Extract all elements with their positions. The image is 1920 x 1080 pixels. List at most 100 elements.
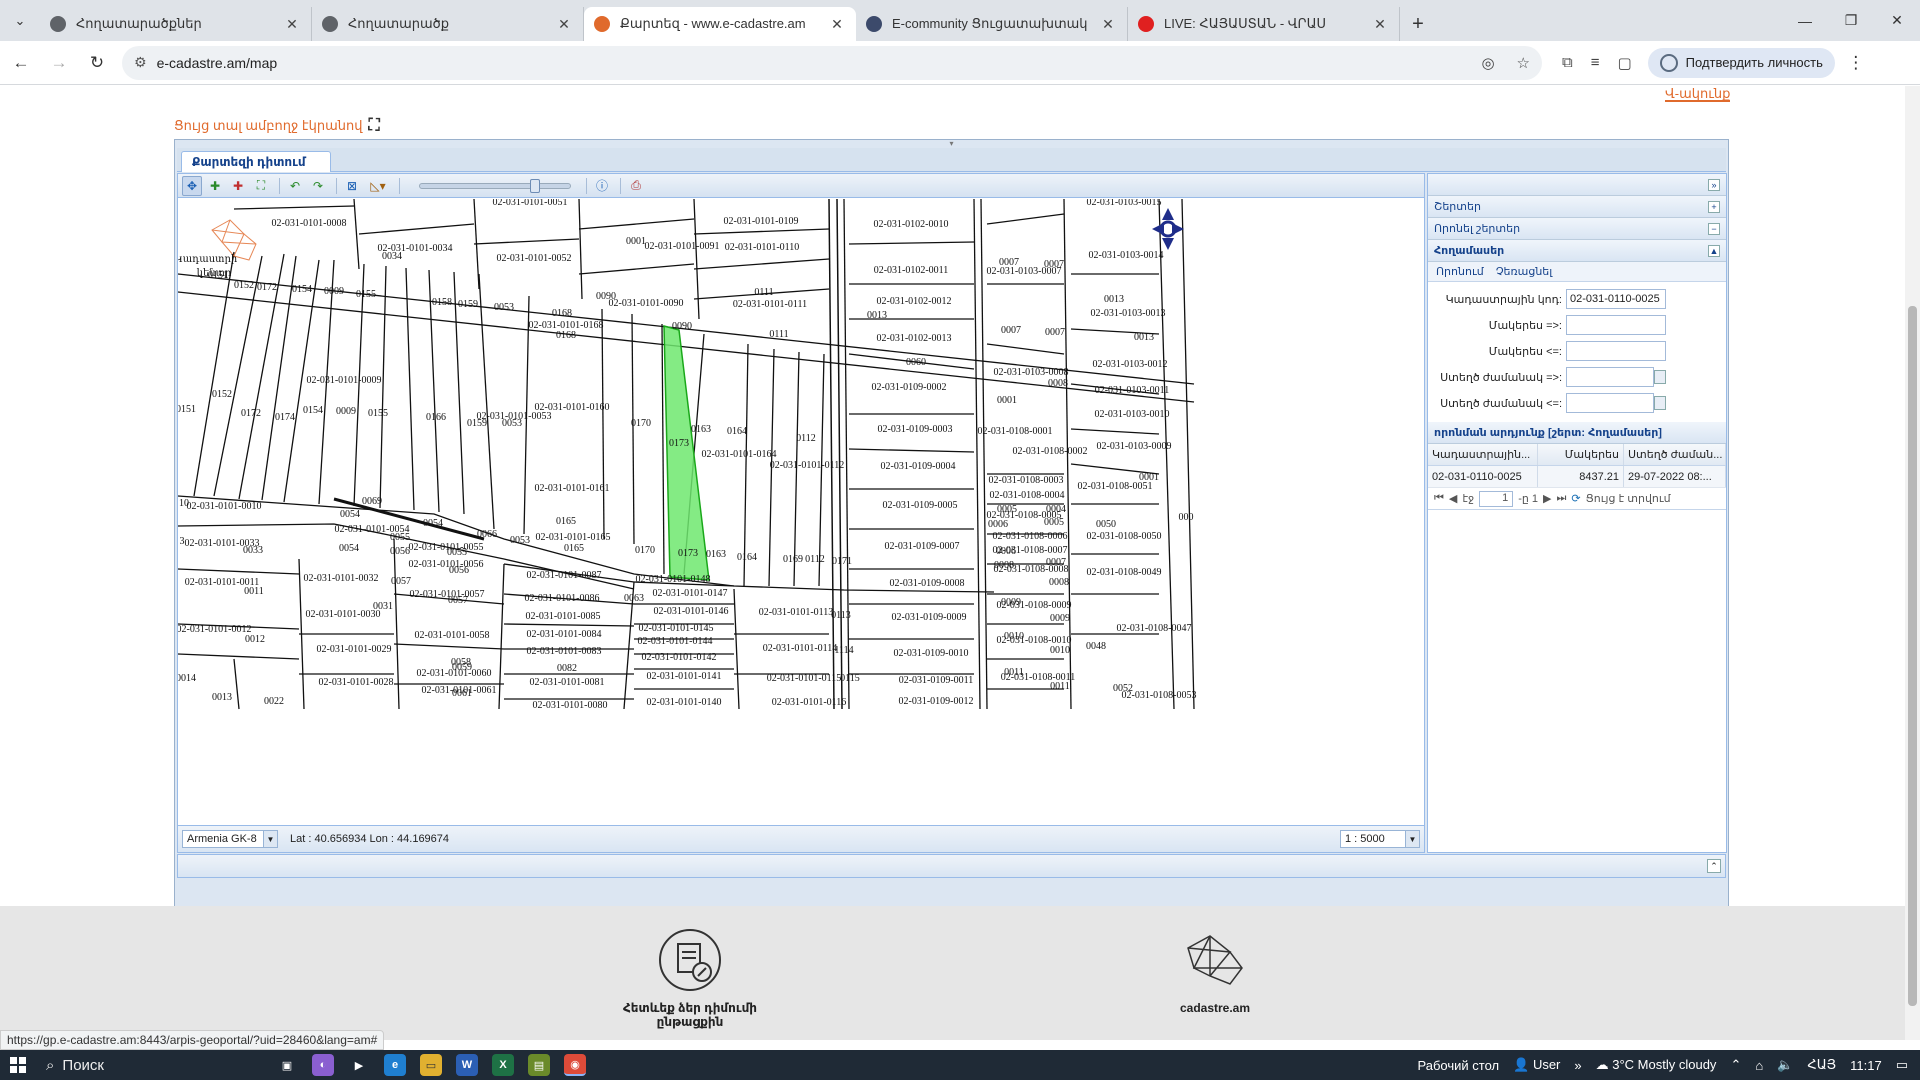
back-button[interactable]: ← xyxy=(4,46,38,80)
zoom-slider-knob[interactable] xyxy=(530,178,540,193)
undo-icon[interactable]: ↶ xyxy=(285,176,305,196)
column-header[interactable]: Մակերես xyxy=(1538,444,1624,465)
language-indicator[interactable]: ՀԱՅ xyxy=(1807,1057,1836,1073)
forward-button[interactable]: → xyxy=(42,46,76,80)
excel-icon[interactable]: X xyxy=(492,1054,514,1076)
toggle-icon[interactable]: + xyxy=(1708,200,1720,213)
word-icon[interactable]: W xyxy=(456,1054,478,1076)
close-window-button[interactable]: ✕ xyxy=(1874,0,1920,41)
tab-list-button[interactable]: ⌄ xyxy=(0,0,40,41)
restore-button[interactable]: ❐ xyxy=(1828,0,1874,41)
new-tab-button[interactable]: + xyxy=(1400,7,1436,41)
calendar-icon[interactable] xyxy=(1654,370,1666,384)
field-input[interactable] xyxy=(1566,393,1654,413)
browser-tab[interactable]: Հողատարածքներ ✕ xyxy=(40,7,312,41)
network-icon[interactable]: ⌂ xyxy=(1755,1058,1763,1073)
projection-select[interactable]: Armenia GK-8 ▼ xyxy=(182,830,278,848)
media-icon[interactable]: ≡ xyxy=(1591,54,1600,72)
scale-select[interactable]: 1 : 5000 ▼ xyxy=(1340,830,1420,848)
info-icon[interactable]: ⓘ xyxy=(592,176,612,196)
field-input[interactable] xyxy=(1566,367,1654,387)
prev-page-icon[interactable]: ◀ xyxy=(1449,492,1457,505)
minimize-button[interactable]: — xyxy=(1782,0,1828,41)
close-tab-icon[interactable]: ✕ xyxy=(555,16,573,33)
copilot-icon[interactable]: ◐ xyxy=(312,1054,334,1076)
site-info-icon[interactable]: ⚙ xyxy=(134,54,147,71)
collapse-splitter[interactable]: ▾ xyxy=(175,140,1728,148)
desktop-toolbar-label[interactable]: Рабочий стол xyxy=(1418,1058,1500,1073)
eye-off-icon[interactable]: ◎ xyxy=(1481,54,1494,72)
chevron-right-icon[interactable]: » xyxy=(1574,1058,1581,1073)
file-explorer-icon[interactable]: ▭ xyxy=(420,1054,442,1076)
user-toolbar[interactable]: 👤 User xyxy=(1513,1057,1560,1073)
media-app-icon[interactable]: ▶ xyxy=(348,1054,370,1076)
volume-icon[interactable]: 🔈 xyxy=(1777,1057,1793,1073)
verify-identity-button[interactable]: Подтвердить личность xyxy=(1647,47,1835,78)
toggle-icon[interactable]: − xyxy=(1708,222,1720,235)
extensions-icon[interactable]: ⧉ xyxy=(1562,54,1573,72)
close-tab-icon[interactable]: ✕ xyxy=(1099,16,1117,33)
cadastral-map[interactable]: 02-031-0101-0008 02-031-0101-0051 02-031-0… xyxy=(178,199,1424,825)
bookmark-star-icon[interactable]: ☆ xyxy=(1517,54,1530,72)
parcel-label: 02-031-0101-0091 xyxy=(645,241,720,252)
column-header[interactable]: Ստեղծ ժաման... xyxy=(1624,444,1726,465)
calendar-icon[interactable] xyxy=(1654,396,1666,410)
scrollbar-thumb[interactable] xyxy=(1908,306,1917,1006)
browser-tab[interactable]: Քարտեզ - www.e-cadastre.am ✕ xyxy=(584,7,856,41)
redo-icon[interactable]: ↷ xyxy=(308,176,328,196)
task-view-icon[interactable]: ▣ xyxy=(276,1054,298,1076)
zoom-in-icon[interactable]: ✚ xyxy=(205,176,225,196)
page-input[interactable]: 1 xyxy=(1479,490,1514,507)
section-parcels[interactable]: Հողամասեր ▲ xyxy=(1428,240,1726,262)
browser-tab[interactable]: LIVE: ՀԱՅԱՍՏԱՆ - ՎՐԱՍ ✕ xyxy=(1128,7,1400,41)
close-tab-icon[interactable]: ✕ xyxy=(1371,16,1389,33)
reload-button[interactable]: ↻ xyxy=(80,46,114,80)
cadastre-site-link[interactable]: cadastre.am xyxy=(1140,928,1290,1015)
pan-tool-icon[interactable]: ✥ xyxy=(182,175,202,196)
close-tab-icon[interactable]: ✕ xyxy=(283,16,301,33)
refresh-icon[interactable]: ⟳ xyxy=(1571,492,1580,505)
clear-tab[interactable]: Չեռացնել xyxy=(1492,263,1557,280)
field-input[interactable] xyxy=(1566,341,1666,361)
tab-map-view[interactable]: Քարտեզի դիտում xyxy=(181,151,331,172)
sidepanel-icon[interactable]: ▢ xyxy=(1617,54,1631,72)
taskbar-search[interactable]: ⌕ Поиск xyxy=(36,1050,266,1080)
next-page-icon[interactable]: ▶ xyxy=(1543,492,1551,505)
zoom-out-icon[interactable]: ✚ xyxy=(228,176,248,196)
field-input[interactable] xyxy=(1566,315,1666,335)
search-tab[interactable]: Որոնում xyxy=(1432,263,1488,280)
collapse-right-icon[interactable]: » xyxy=(1708,178,1720,191)
zoom-slider[interactable] xyxy=(419,178,571,193)
omnibox[interactable]: ⚙ e-cadastre.am/map ◎ ☆ xyxy=(122,45,1542,80)
edge-icon[interactable]: e xyxy=(384,1054,406,1076)
print-icon[interactable]: ⎙ xyxy=(626,176,646,196)
start-button[interactable] xyxy=(0,1050,36,1080)
chrome-icon[interactable]: ◉ xyxy=(564,1054,586,1076)
page-scrollbar[interactable] xyxy=(1905,86,1920,1040)
top-nav-link[interactable]: Վ-ակունք xyxy=(1665,86,1731,102)
zoom-extent-icon[interactable]: ⛶ xyxy=(251,176,271,196)
collapse-icon[interactable]: ▲ xyxy=(1708,244,1720,257)
first-page-icon[interactable]: ⏮ xyxy=(1434,492,1444,505)
tray-overflow-icon[interactable]: ⌃ xyxy=(1730,1057,1741,1073)
close-tab-icon[interactable]: ✕ xyxy=(828,16,846,33)
app-icon[interactable]: ▤ xyxy=(528,1054,550,1076)
expand-up-icon[interactable]: ⌃ xyxy=(1707,859,1721,873)
browser-tab[interactable]: Հողատարածք ✕ xyxy=(312,7,584,41)
last-page-icon[interactable]: ⏭ xyxy=(1556,492,1566,505)
panel-section-header[interactable]: Շերտեր + xyxy=(1428,196,1726,218)
table-row[interactable]: 02-031-0110-0025 8437.21 29-07-2022 08:.… xyxy=(1428,466,1726,488)
notifications-icon[interactable]: ▭ xyxy=(1896,1057,1908,1073)
measure-icon[interactable]: ◺▾ xyxy=(365,176,391,196)
clock[interactable]: 11:17 xyxy=(1850,1058,1882,1073)
browser-menu-button[interactable]: ⋮ xyxy=(1839,46,1873,80)
track-application-link[interactable]: Հետևեք ձեր դիմումի ընթացքին xyxy=(590,928,790,1029)
column-header[interactable]: Կադաստրային... xyxy=(1428,444,1538,465)
browser-tab[interactable]: E-community Ցուցատախտակ ✕ xyxy=(856,7,1128,41)
weather-widget[interactable]: ☁ 3°C Mostly cloudy xyxy=(1596,1057,1717,1073)
select-box-icon[interactable]: ⊠ xyxy=(342,176,362,196)
panel-section-header[interactable]: Որոնել շերտեր − xyxy=(1428,218,1726,240)
field-input[interactable]: 02-031-0110-0025 xyxy=(1566,289,1666,309)
fullscreen-toggle[interactable]: Ցույց տալ ամբողջ էկրանով ⛶ xyxy=(174,117,380,135)
map-canvas[interactable]: 02-031-0101-0008 02-031-0101-0051 02-031-0… xyxy=(178,199,1424,825)
